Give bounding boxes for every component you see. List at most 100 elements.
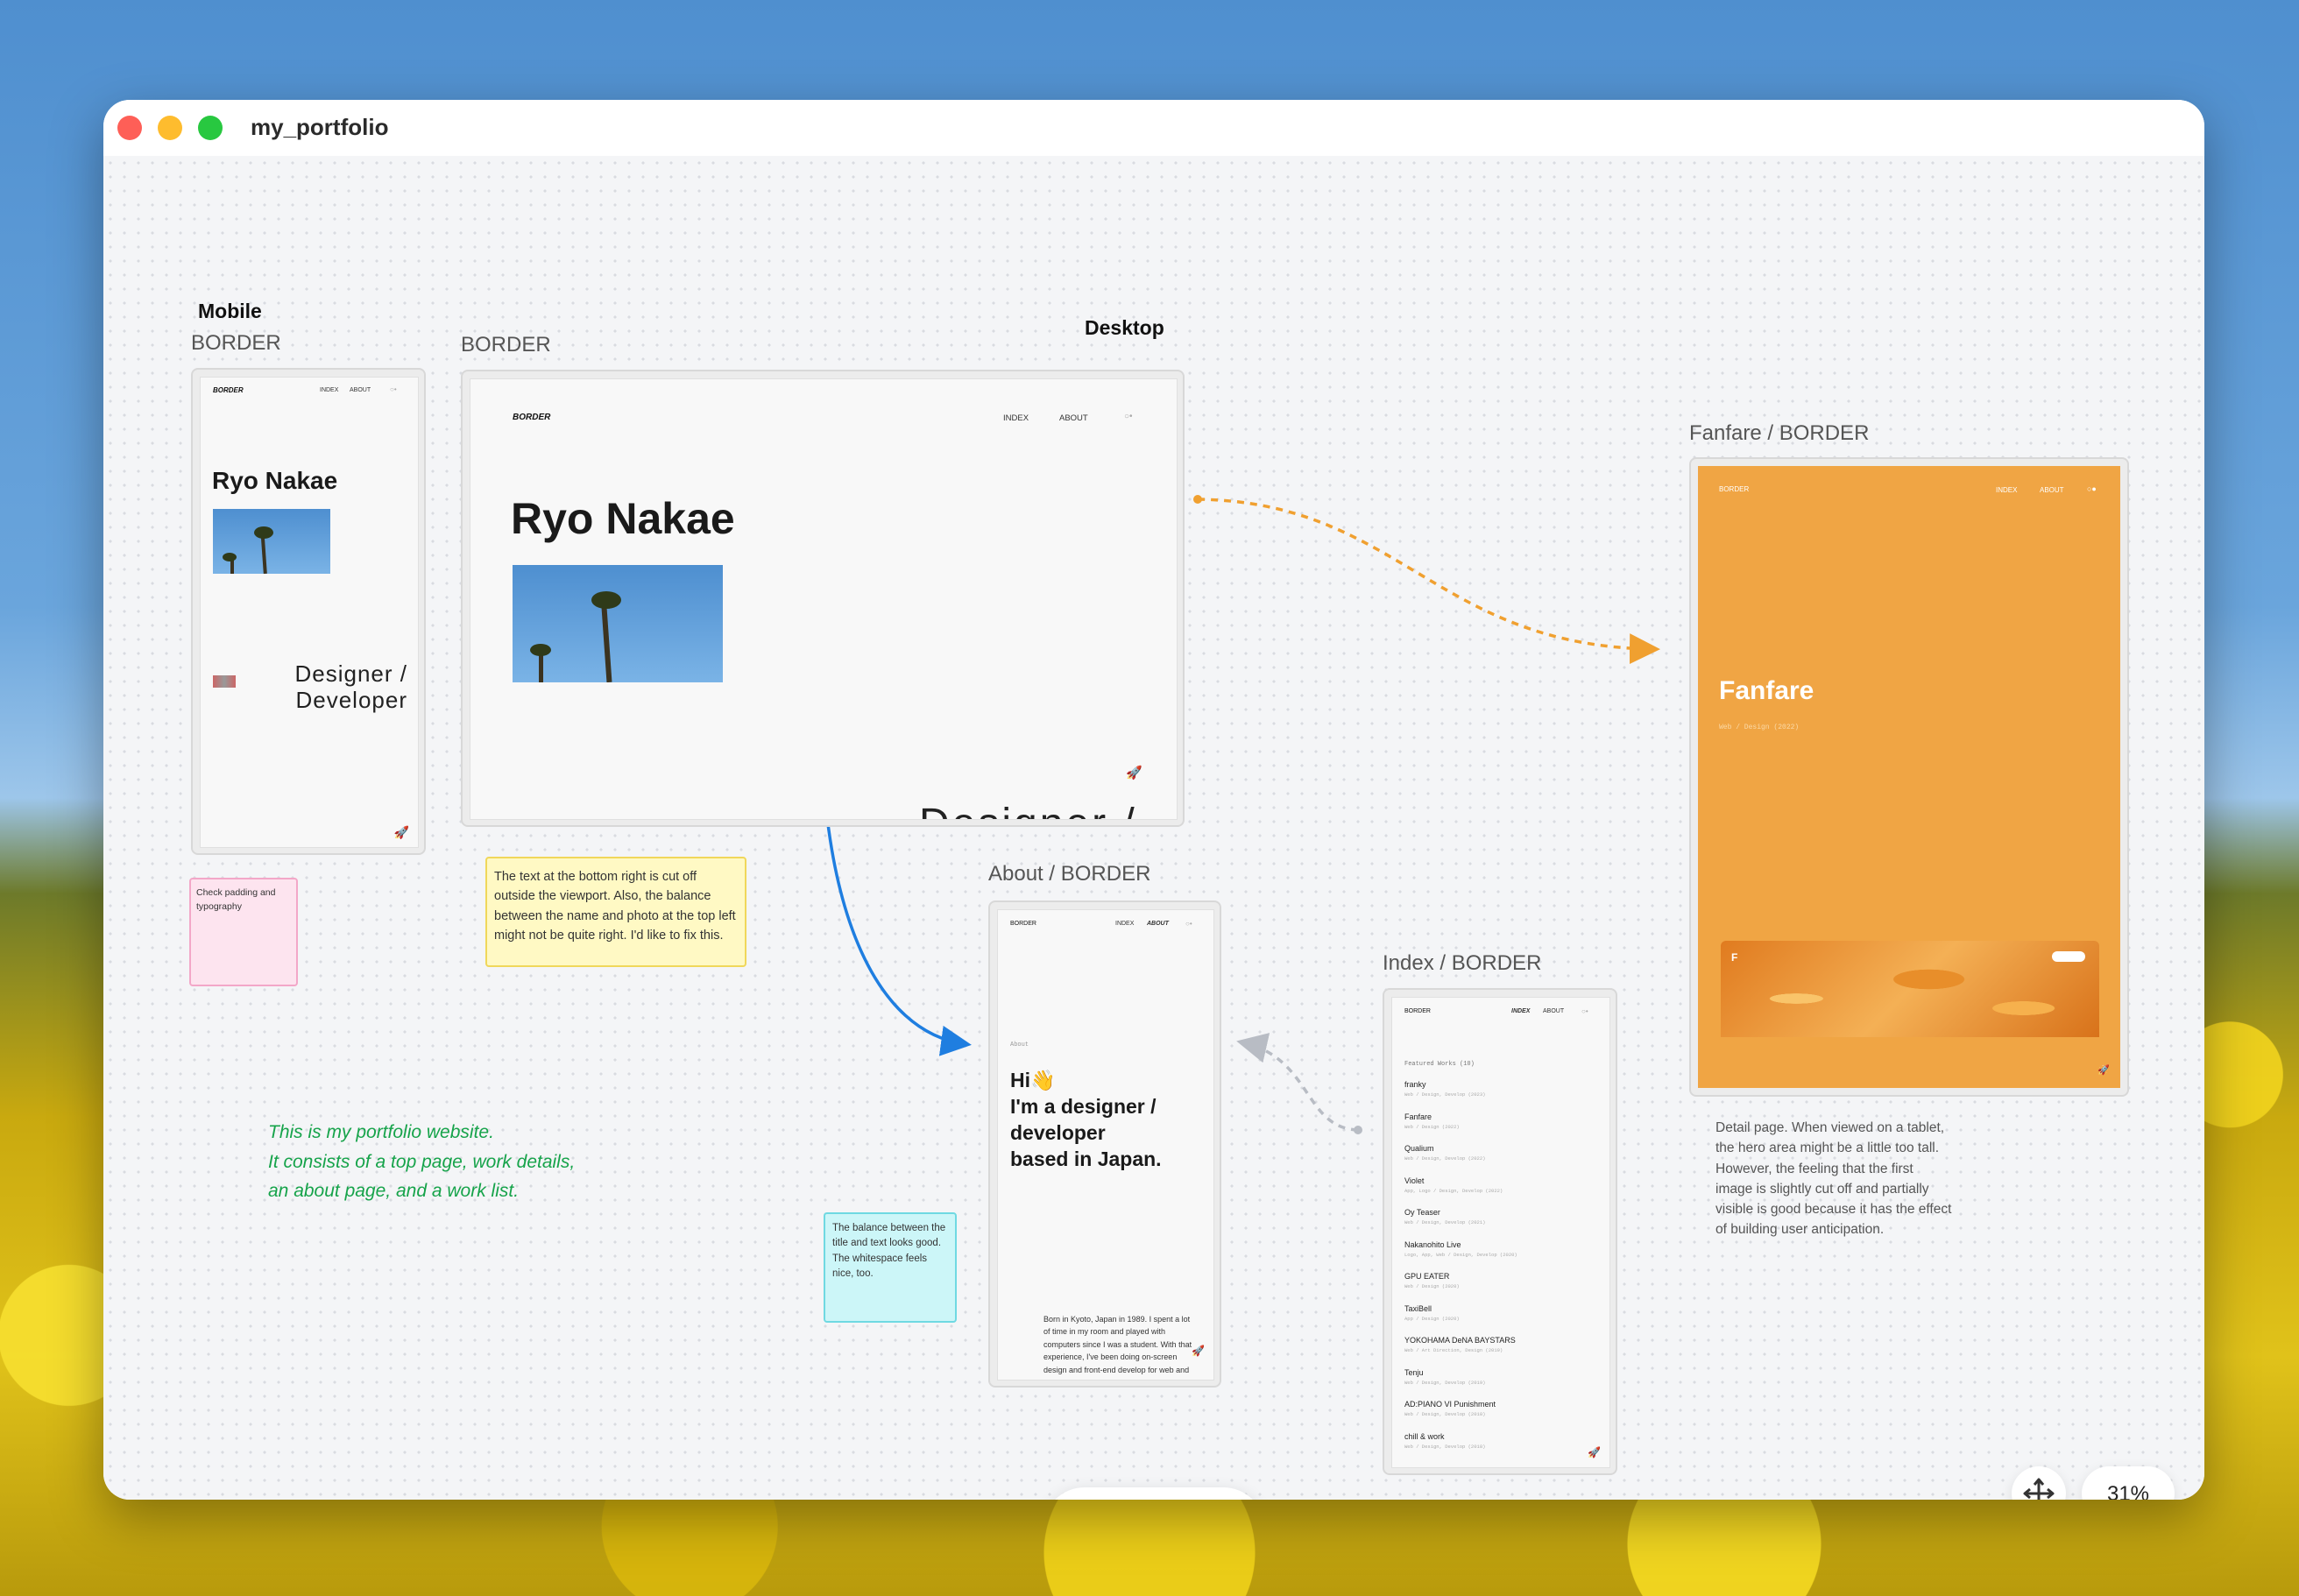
section-label-mobile: Mobile	[198, 300, 262, 322]
work-list-item[interactable]: YOKOHAMA DeNA BAYSTARS Web / Art Directio…	[1404, 1336, 1606, 1368]
nav-index-link[interactable]: INDEX	[1511, 1008, 1530, 1014]
maximize-window-button[interactable]	[198, 116, 223, 140]
nav-about-link[interactable]: ABOUT	[1059, 413, 1088, 423]
zoom-level-button[interactable]: 31%	[2082, 1466, 2175, 1500]
nav-index-link[interactable]: INDEX	[1996, 486, 2017, 494]
work-list-item[interactable]: Oy Teaser Web / Design, Develop (2021)	[1404, 1208, 1606, 1240]
sticky-note-pink[interactable]: Check padding and typography	[189, 878, 298, 986]
close-window-button[interactable]	[117, 116, 142, 140]
window-title: my_portfolio	[251, 114, 389, 140]
rocket-icon[interactable]: 🚀	[2097, 1064, 2110, 1076]
work-meta: App, Logo / Design, Develop (2022)	[1404, 1187, 1503, 1194]
theme-toggle-icon[interactable]: ○•	[1581, 1007, 1588, 1015]
nav-index-link[interactable]: INDEX	[320, 387, 338, 393]
frame-label-fanfare[interactable]: Fanfare / BORDER	[1689, 421, 1869, 446]
featured-works-heading: Featured Works (10)	[1404, 1061, 1475, 1068]
cut-off-role-text: Designer /	[919, 800, 1137, 819]
frame-label-about[interactable]: About / BORDER	[988, 862, 1150, 886]
rocket-icon[interactable]: 🚀	[394, 825, 409, 840]
hero-name: Ryo Nakae	[511, 494, 735, 543]
works-list: franky Web / Design, Develop (2023) Fanfar…	[1404, 1080, 1606, 1464]
work-meta: Web / Design (2022)	[1404, 1123, 1460, 1130]
work-meta: Web / Design (2020)	[1404, 1283, 1460, 1289]
work-list-item[interactable]: chill & work Web / Design, Develop (2018)	[1404, 1432, 1606, 1465]
description-line-1: This is my portfolio website.	[268, 1122, 494, 1142]
arrow-desktop-to-fanfare[interactable]	[1193, 495, 1660, 665]
fanfare-button[interactable]	[2052, 951, 2085, 962]
work-meta: Web / Design, Develop (2018)	[1404, 1411, 1486, 1417]
work-list-item[interactable]: Tenju Web / Design, Develop (2019)	[1404, 1368, 1606, 1401]
rocket-icon[interactable]: 🚀	[1192, 1345, 1205, 1357]
pan-tool-button[interactable]	[2012, 1466, 2066, 1500]
nav-about-link[interactable]: ABOUT	[1147, 921, 1169, 927]
nav-about-link[interactable]: ABOUT	[1543, 1008, 1564, 1014]
about-headline-line-1: I'm a designer /	[1010, 1094, 1157, 1118]
hero-role-line-1: Designer /	[294, 660, 407, 687]
section-label-desktop: Desktop	[1085, 316, 1164, 339]
nav-about-link[interactable]: ABOUT	[2040, 486, 2064, 494]
nav-index-link[interactable]: INDEX	[1003, 413, 1029, 423]
site-logo: BORDER	[1404, 1008, 1431, 1014]
frame-label-index[interactable]: Index / BORDER	[1383, 951, 1541, 976]
nav-about-link[interactable]: ABOUT	[350, 387, 371, 393]
about-headline: Hi👋 I'm a designer / developer based in …	[1010, 1068, 1213, 1173]
work-list-item[interactable]: Violet App, Logo / Design, Develop (2022)	[1404, 1176, 1606, 1209]
work-list-item[interactable]: AD:PIANO VI Punishment Web / Design, Deve…	[1404, 1400, 1606, 1432]
sticky-note-cyan[interactable]: The balance between the title and text l…	[824, 1212, 957, 1323]
work-meta: Web / Design, Develop (2023)	[1404, 1091, 1486, 1098]
work-title: Oy Teaser	[1404, 1208, 1440, 1217]
about-headline-line-3: based in Japan.	[1010, 1147, 1162, 1170]
arrow-index-to-about[interactable]	[1236, 1033, 1362, 1134]
index-frame[interactable]: BORDER INDEX ABOUT ○• Featured Works (10…	[1383, 988, 1617, 1475]
work-meta: Web / Design, Develop (2022)	[1404, 1155, 1486, 1162]
about-greeting: Hi👋	[1010, 1069, 1056, 1091]
rocket-icon[interactable]: 🚀	[1126, 765, 1142, 780]
frame-label-tablet[interactable]: BORDER	[461, 333, 551, 357]
site-logo: BORDER	[513, 413, 551, 422]
work-meta: Web / Design, Develop (2019)	[1404, 1379, 1486, 1386]
theme-toggle-icon[interactable]: ○•	[1124, 412, 1133, 421]
frame-label-mobile[interactable]: BORDER	[191, 331, 281, 356]
work-list-item[interactable]: Nakanohito Live Logo, App, Web / Design, …	[1404, 1240, 1606, 1273]
portfolio-description-text[interactable]: This is my portfolio website. It consist…	[268, 1118, 575, 1206]
about-frame[interactable]: BORDER INDEX ABOUT ○• About Hi👋 I'm a de…	[988, 900, 1221, 1388]
title-bar: my_portfolio	[103, 100, 2204, 156]
section-small-label: About	[1010, 1042, 1029, 1049]
work-list-item[interactable]: franky Web / Design, Develop (2023)	[1404, 1080, 1606, 1112]
zoom-level-text: 31%	[2106, 1482, 2150, 1500]
work-meta: Web / Design, Develop (2018)	[1404, 1443, 1486, 1450]
description-line-2: It consists of a top page, work details,	[268, 1151, 576, 1172]
hero-name: Ryo Nakae	[212, 467, 338, 494]
fanfare-description-text[interactable]: Detail page. When viewed on a tablet, th…	[1715, 1118, 1952, 1240]
move-arrows-icon	[2023, 1478, 2055, 1500]
work-list-item[interactable]: Fanfare Web / Design (2022)	[1404, 1112, 1606, 1145]
theme-toggle-icon[interactable]: ○●	[2087, 484, 2097, 493]
mobile-frame[interactable]: BORDER INDEX ABOUT ○• Ryo Nakae Designer…	[191, 368, 426, 855]
tablet-frame[interactable]: BORDER INDEX ABOUT ○• Ryo Nakae 🚀 Design…	[461, 370, 1185, 827]
work-title: TaxiBell	[1404, 1303, 1432, 1313]
hero-photo	[513, 565, 723, 682]
whiteboard-canvas[interactable]: Mobile BORDER BORDER Desktop Fanfare / B…	[103, 156, 2204, 1500]
work-title: Qualium	[1404, 1144, 1434, 1153]
hero-role: Designer / Developer	[294, 660, 408, 714]
theme-toggle-icon[interactable]: ○•	[1185, 920, 1192, 928]
sticky-note-yellow[interactable]: The text at the bottom right is cut off …	[485, 857, 746, 967]
about-headline-line-2: developer	[1010, 1120, 1106, 1144]
work-meta: Web / Art Direction, Design (2019)	[1404, 1347, 1503, 1353]
fanfare-meta: Web / Design (2022)	[1719, 724, 1800, 731]
work-title: AD:PIANO VI Punishment	[1404, 1400, 1496, 1409]
work-meta: Web / Design, Develop (2021)	[1404, 1219, 1486, 1225]
bottom-toolbar	[1043, 1487, 1265, 1500]
work-list-item[interactable]: TaxiBell App / Design (2020)	[1404, 1304, 1606, 1337]
theme-toggle-icon[interactable]: ○•	[390, 385, 397, 393]
rocket-icon[interactable]: 🚀	[1588, 1446, 1601, 1458]
work-list-item[interactable]: Qualium Web / Design, Develop (2022)	[1404, 1144, 1606, 1176]
work-title: Violet	[1404, 1176, 1425, 1185]
minimize-window-button[interactable]	[158, 116, 182, 140]
nav-index-link[interactable]: INDEX	[1115, 921, 1134, 927]
work-title: GPU EATER	[1404, 1272, 1450, 1281]
about-bio: Born in Kyoto, Japan in 1989. I spent a …	[1043, 1315, 1192, 1380]
fanfare-frame[interactable]: BORDER INDEX ABOUT ○● Fanfare Web / Desi…	[1689, 457, 2129, 1097]
fanfare-hero-image: F	[1721, 941, 2099, 1037]
work-list-item[interactable]: GPU EATER Web / Design (2020)	[1404, 1272, 1606, 1304]
